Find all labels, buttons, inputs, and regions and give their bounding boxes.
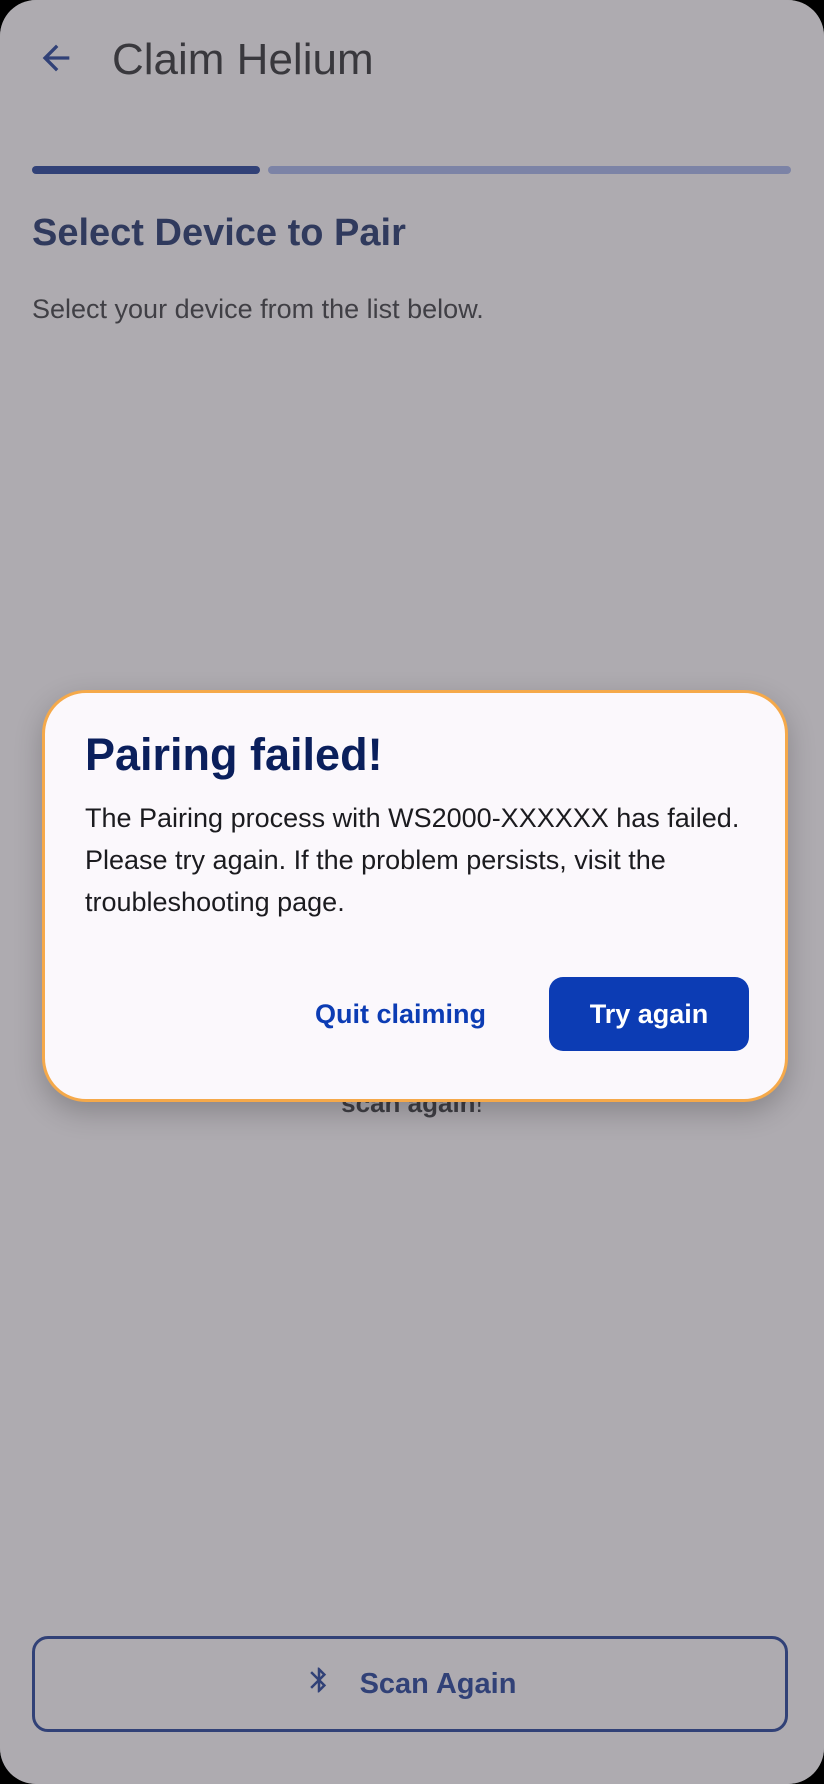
- claim-helium-screen: Claim Helium Select Device to Pair Selec…: [0, 0, 824, 1784]
- pairing-failed-dialog: Pairing failed! The Pairing process with…: [42, 690, 788, 1102]
- dialog-title: Pairing failed!: [85, 729, 383, 780]
- quit-claiming-button[interactable]: Quit claiming: [285, 977, 516, 1051]
- dialog-message: The Pairing process with WS2000-XXXXXX h…: [85, 803, 740, 917]
- try-again-button[interactable]: Try again: [549, 977, 749, 1051]
